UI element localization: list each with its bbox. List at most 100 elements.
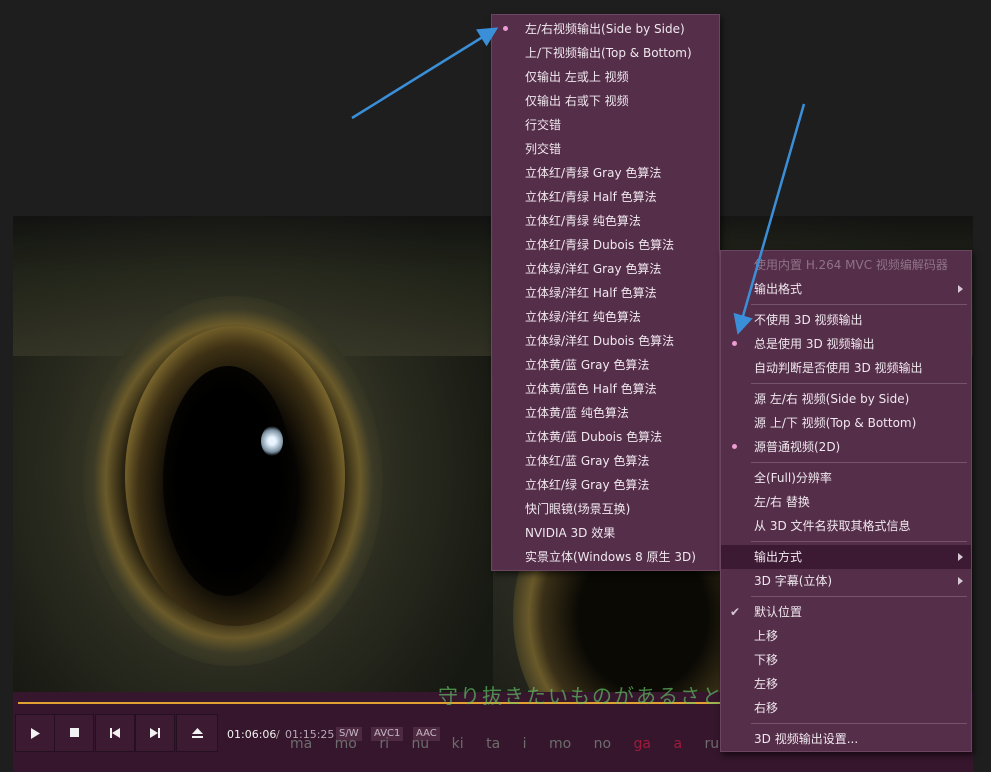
menu-item-label: 下移 — [754, 653, 779, 667]
output-mode-item[interactable]: 立体红/蓝 Gray 色算法 — [492, 449, 719, 473]
menu-item-label: 3D 字幕(立体) — [754, 574, 833, 588]
context-menu-item[interactable]: 全(Full)分辨率 — [721, 466, 971, 490]
menu-item-label: 立体黄/蓝 Gray 色算法 — [525, 358, 650, 372]
context-menu-item[interactable]: 3D 视频输出设置... — [721, 727, 971, 751]
frog-eye-glint — [261, 426, 283, 456]
radio-dot-icon — [732, 444, 737, 449]
context-menu-item[interactable]: 不使用 3D 视频输出 — [721, 308, 971, 332]
previous-button[interactable] — [95, 714, 135, 752]
menu-item-label: 实景立体(Windows 8 原生 3D) — [525, 550, 696, 564]
menu-item-label: 不使用 3D 视频输出 — [754, 313, 863, 327]
menu-item-label: 立体绿/洋红 Gray 色算法 — [525, 262, 662, 276]
output-mode-item[interactable]: 立体黄/蓝 Dubois 色算法 — [492, 425, 719, 449]
submenu-arrow-icon — [958, 577, 963, 585]
output-mode-item[interactable]: 列交错 — [492, 137, 719, 161]
skip-back-icon — [110, 728, 120, 738]
output-mode-item[interactable]: 行交错 — [492, 113, 719, 137]
context-menu-item[interactable]: 右移 — [721, 696, 971, 720]
menu-separator — [751, 383, 967, 384]
output-mode-item[interactable]: 立体红/青绿 纯色算法 — [492, 209, 719, 233]
video-frame-left — [13, 216, 493, 706]
subtitle-syllable: ga — [633, 736, 651, 752]
output-mode-item[interactable]: 立体红/青绿 Dubois 色算法 — [492, 233, 719, 257]
context-menu-item[interactable]: ✔ 默认位置 — [721, 600, 971, 624]
context-menu-item: 使用内置 H.264 MVC 视频编解码器 — [721, 253, 971, 277]
context-menu-item[interactable]: 输出格式 — [721, 277, 971, 301]
menu-item-label: 立体红/青绿 Gray 色算法 — [525, 166, 662, 180]
context-menu-item[interactable]: 下移 — [721, 648, 971, 672]
current-time: 01:06:06 — [227, 728, 277, 741]
play-button[interactable] — [15, 714, 55, 752]
output-mode-item[interactable]: 立体绿/洋红 Dubois 色算法 — [492, 329, 719, 353]
time-separator: / — [276, 728, 280, 741]
context-menu-item[interactable]: 源普通视频(2D) — [721, 435, 971, 459]
context-menu-item[interactable]: 从 3D 文件名获取其格式信息 — [721, 514, 971, 538]
context-menu-item[interactable]: 上移 — [721, 624, 971, 648]
output-mode-item[interactable]: 左/右视频输出(Side by Side) — [492, 17, 719, 41]
eject-icon — [191, 728, 203, 738]
subtitle-syllable: nu — [411, 736, 430, 752]
annotation-arrow-icon — [351, 27, 499, 120]
subtitle-syllable: ta — [486, 736, 501, 752]
output-mode-item[interactable]: 快门眼镜(场景互换) — [492, 497, 719, 521]
output-mode-item[interactable]: 立体黄/蓝 Gray 色算法 — [492, 353, 719, 377]
menu-item-label: 立体红/青绿 纯色算法 — [525, 214, 641, 228]
output-mode-item[interactable]: 立体红/绿 Gray 色算法 — [492, 473, 719, 497]
eject-button[interactable] — [176, 714, 218, 752]
menu-item-label: 源普通视频(2D) — [754, 440, 841, 454]
menu-item-label: 源 上/下 视频(Top & Bottom) — [754, 416, 917, 430]
menu-item-label: 全(Full)分辨率 — [754, 471, 832, 485]
stop-icon — [69, 728, 79, 737]
subtitle-syllable: ki — [451, 736, 464, 752]
menu-item-label: 立体绿/洋红 Half 色算法 — [525, 286, 657, 300]
menu-item-label: 自动判断是否使用 3D 视频输出 — [754, 361, 923, 375]
output-mode-item[interactable]: NVIDIA 3D 效果 — [492, 521, 719, 545]
output-mode-item[interactable]: 立体绿/洋红 纯色算法 — [492, 305, 719, 329]
menu-item-label: 使用内置 H.264 MVC 视频编解码器 — [754, 258, 948, 272]
output-mode-item[interactable]: 实景立体(Windows 8 原生 3D) — [492, 545, 719, 569]
menu-separator — [751, 541, 967, 542]
subtitle-syllable: ri — [379, 736, 389, 752]
menu-item-label: 总是使用 3D 视频输出 — [754, 337, 875, 351]
context-menu-item[interactable]: 左/右 替换 — [721, 490, 971, 514]
next-button[interactable] — [135, 714, 175, 752]
menu-item-label: NVIDIA 3D 效果 — [525, 526, 616, 540]
menu-item-label: 立体黄/蓝 纯色算法 — [525, 406, 629, 420]
media-player-window: 01:06:06 / 01:15:25 S/W AVC1 AAC 守り抜きたいも… — [0, 0, 991, 772]
context-menu-item[interactable]: 总是使用 3D 视频输出 — [721, 332, 971, 356]
context-menu-item[interactable]: 自动判断是否使用 3D 视频输出 — [721, 356, 971, 380]
output-mode-item[interactable]: 立体绿/洋红 Gray 色算法 — [492, 257, 719, 281]
output-mode-item[interactable]: 仅输出 右或下 视频 — [492, 89, 719, 113]
menu-item-label: 仅输出 左或上 视频 — [525, 70, 629, 84]
subtitle-syllable: a — [673, 736, 683, 752]
submenu-arrow-icon — [958, 285, 963, 293]
output-mode-item[interactable]: 立体红/青绿 Gray 色算法 — [492, 161, 719, 185]
menu-item-label: 立体绿/洋红 纯色算法 — [525, 310, 641, 324]
stop-button[interactable] — [54, 714, 94, 752]
menu-item-label: 左移 — [754, 677, 779, 691]
subtitle-japanese: 守り抜きたいものがあるさと — [438, 684, 724, 708]
output-mode-item[interactable]: 立体绿/洋红 Half 色算法 — [492, 281, 719, 305]
output-mode-item[interactable]: 立体黄/蓝色 Half 色算法 — [492, 377, 719, 401]
menu-item-label: 立体红/绿 Gray 色算法 — [525, 478, 650, 492]
menu-item-label: 快门眼镜(场景互换) — [525, 502, 631, 516]
menu-item-label: 左/右 替换 — [754, 495, 810, 509]
output-mode-item[interactable]: 上/下视频输出(Top & Bottom) — [492, 41, 719, 65]
menu-item-label: 行交错 — [525, 118, 562, 132]
context-menu-item[interactable]: 左移 — [721, 672, 971, 696]
submenu-arrow-icon — [958, 553, 963, 561]
menu-item-label: 上移 — [754, 629, 779, 643]
menu-separator — [751, 723, 967, 724]
context-menu-item[interactable]: 源 左/右 视频(Side by Side) — [721, 387, 971, 411]
subtitle-syllable: mo — [334, 736, 357, 752]
output-mode-submenu: 左/右视频输出(Side by Side) 上/下视频输出(Top & Botto… — [491, 14, 720, 571]
output-mode-item[interactable]: 立体红/青绿 Half 色算法 — [492, 185, 719, 209]
context-menu-item[interactable]: 源 上/下 视频(Top & Bottom) — [721, 411, 971, 435]
output-mode-item[interactable]: 仅输出 左或上 视频 — [492, 65, 719, 89]
context-menu-item[interactable]: 3D 字幕(立体) — [721, 569, 971, 593]
subtitle-romaji: ma mo ri nu ki ta i mo no ga a ru ko to — [290, 736, 794, 752]
context-menu-item[interactable]: 输出方式 — [721, 545, 971, 569]
menu-item-label: 输出格式 — [754, 282, 803, 296]
output-mode-item[interactable]: 立体黄/蓝 纯色算法 — [492, 401, 719, 425]
menu-item-label: 立体红/青绿 Dubois 色算法 — [525, 238, 675, 252]
